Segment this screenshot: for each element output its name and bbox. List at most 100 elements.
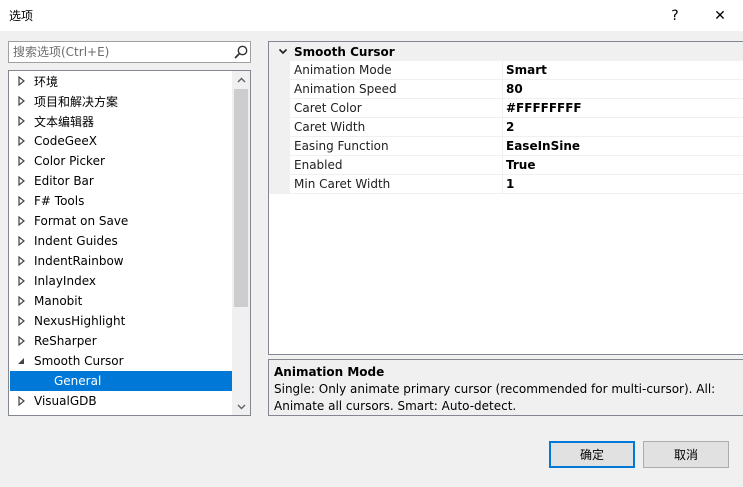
tree-item[interactable]: 文本编辑器 bbox=[10, 111, 232, 131]
tree-item[interactable]: 环境 bbox=[10, 71, 232, 91]
expand-arrow-icon[interactable] bbox=[16, 276, 26, 286]
tree-item[interactable]: Color Picker bbox=[10, 151, 232, 171]
property-grid: Smooth Cursor Animation Mode Smart Animati… bbox=[268, 41, 743, 355]
tree-item[interactable]: ReSharper bbox=[10, 331, 232, 351]
property-divider bbox=[502, 80, 503, 99]
ok-button[interactable]: 确定 bbox=[549, 441, 635, 468]
property-gutter bbox=[269, 61, 290, 194]
expand-arrow-icon[interactable] bbox=[16, 116, 26, 126]
expand-arrow-icon[interactable] bbox=[16, 76, 26, 86]
tree-item-label: 环境 bbox=[34, 74, 59, 89]
property-divider bbox=[502, 175, 503, 194]
expand-arrow-icon[interactable] bbox=[16, 296, 26, 306]
chevron-down-icon bbox=[237, 404, 245, 409]
tree-item-label: 项目和解决方案 bbox=[34, 94, 119, 109]
description-panel: Animation Mode Single: Only animate prim… bbox=[268, 359, 743, 416]
tree-item[interactable]: CodeGeeX bbox=[10, 131, 232, 151]
tree-item[interactable]: IndentRainbow bbox=[10, 251, 232, 271]
tree-item-label: Manobit bbox=[34, 294, 83, 308]
tree-item-label: NexusHighlight bbox=[34, 314, 126, 328]
tree-scrollbar[interactable] bbox=[232, 71, 250, 415]
scroll-down-button[interactable] bbox=[232, 398, 250, 415]
property-name: Caret Width bbox=[294, 120, 366, 134]
search-icon[interactable] bbox=[233, 44, 249, 60]
tree-item[interactable]: Manobit bbox=[10, 291, 232, 311]
tree-item[interactable]: F# Tools bbox=[10, 191, 232, 211]
options-tree: 环境项目和解决方案 文本编辑器 CodeGeeX Color Picker Editor… bbox=[8, 70, 251, 416]
search-box bbox=[8, 41, 251, 63]
tree-item-label: Indent Guides bbox=[34, 234, 118, 248]
tree-item[interactable]: Smooth Cursor bbox=[10, 351, 232, 371]
expand-arrow-icon[interactable] bbox=[16, 136, 26, 146]
tree-list: 环境项目和解决方案 文本编辑器 CodeGeeX Color Picker Editor… bbox=[10, 71, 232, 415]
tree-item-label: ReSharper bbox=[34, 334, 97, 348]
property-row[interactable]: Caret Color #FFFFFFFF bbox=[290, 99, 743, 118]
property-divider bbox=[502, 99, 503, 118]
close-icon: ✕ bbox=[714, 7, 726, 24]
property-value[interactable]: 1 bbox=[506, 175, 514, 193]
property-value[interactable]: 80 bbox=[506, 80, 523, 98]
expand-arrow-icon[interactable] bbox=[16, 256, 26, 266]
property-row[interactable]: Min Caret Width 1 bbox=[290, 175, 743, 194]
expand-arrow-icon[interactable] bbox=[16, 156, 26, 166]
tree-item[interactable]: General bbox=[10, 371, 232, 391]
tree-item-label: IndentRainbow bbox=[34, 254, 124, 268]
tree-item[interactable]: Format on Save bbox=[10, 211, 232, 231]
window-title: 选项 bbox=[9, 9, 34, 23]
property-row[interactable]: Animation Speed 80 bbox=[290, 80, 743, 99]
chevron-up-icon bbox=[237, 77, 245, 82]
tree-item-label: Smooth Cursor bbox=[34, 354, 124, 368]
property-value[interactable]: 2 bbox=[506, 118, 514, 136]
expand-arrow-icon[interactable] bbox=[16, 196, 26, 206]
property-value[interactable]: EaseInSine bbox=[506, 137, 580, 155]
close-button[interactable]: ✕ bbox=[697, 0, 743, 31]
property-value[interactable]: True bbox=[506, 156, 535, 174]
property-name: Animation Speed bbox=[294, 82, 397, 96]
cancel-button[interactable]: 取消 bbox=[643, 441, 729, 468]
tree-item-label: VisualGDB bbox=[34, 394, 97, 408]
tree-item[interactable]: NexusHighlight bbox=[10, 311, 232, 331]
category-label: Smooth Cursor bbox=[294, 44, 395, 59]
description-title: Animation Mode bbox=[274, 365, 385, 379]
tree-item-label: Color Picker bbox=[34, 154, 105, 168]
scrollbar-thumb[interactable] bbox=[234, 89, 248, 307]
property-divider bbox=[502, 156, 503, 175]
property-row[interactable]: Easing Function EaseInSine bbox=[290, 137, 743, 156]
expand-arrow-icon[interactable] bbox=[16, 396, 26, 406]
property-row[interactable]: Animation Mode Smart bbox=[290, 61, 743, 80]
expand-arrow-icon[interactable] bbox=[16, 176, 26, 186]
property-row[interactable]: Enabled True bbox=[290, 156, 743, 175]
help-button[interactable]: ? bbox=[652, 0, 698, 31]
tree-item[interactable]: 项目和解决方案 bbox=[10, 91, 232, 111]
scroll-up-button[interactable] bbox=[232, 71, 250, 88]
title-bar: 选项 ? ✕ bbox=[0, 0, 743, 31]
property-divider bbox=[502, 137, 503, 156]
expand-arrow-icon[interactable] bbox=[16, 336, 26, 346]
help-icon: ? bbox=[671, 7, 679, 24]
property-name: Animation Mode bbox=[294, 63, 392, 77]
property-name: Caret Color bbox=[294, 101, 362, 115]
property-divider bbox=[502, 61, 503, 80]
tree-item[interactable]: VisualGDB bbox=[10, 391, 232, 411]
property-value[interactable]: #FFFFFFFF bbox=[506, 99, 582, 117]
search-input[interactable] bbox=[9, 42, 229, 62]
tree-item-label: Editor Bar bbox=[34, 174, 94, 188]
expand-arrow-icon[interactable] bbox=[16, 316, 26, 326]
tree-item[interactable]: Editor Bar bbox=[10, 171, 232, 191]
expand-arrow-icon[interactable] bbox=[16, 216, 26, 226]
tree-item[interactable]: InlayIndex bbox=[10, 271, 232, 291]
tree-item-label: 文本编辑器 bbox=[34, 114, 95, 129]
property-category[interactable]: Smooth Cursor bbox=[269, 42, 743, 61]
collapse-chevron-icon[interactable] bbox=[278, 47, 288, 57]
tree-item[interactable]: Indent Guides bbox=[10, 231, 232, 251]
property-value[interactable]: Smart bbox=[506, 61, 547, 79]
tree-item-label: InlayIndex bbox=[34, 274, 96, 288]
property-name: Enabled bbox=[294, 158, 343, 172]
property-row[interactable]: Caret Width 2 bbox=[290, 118, 743, 137]
property-name: Min Caret Width bbox=[294, 177, 391, 191]
collapse-arrow-icon[interactable] bbox=[16, 356, 26, 366]
tree-item-label: CodeGeeX bbox=[34, 134, 98, 148]
expand-arrow-icon[interactable] bbox=[16, 96, 26, 106]
expand-arrow-icon[interactable] bbox=[16, 236, 26, 246]
tree-item-label: Format on Save bbox=[34, 214, 129, 228]
